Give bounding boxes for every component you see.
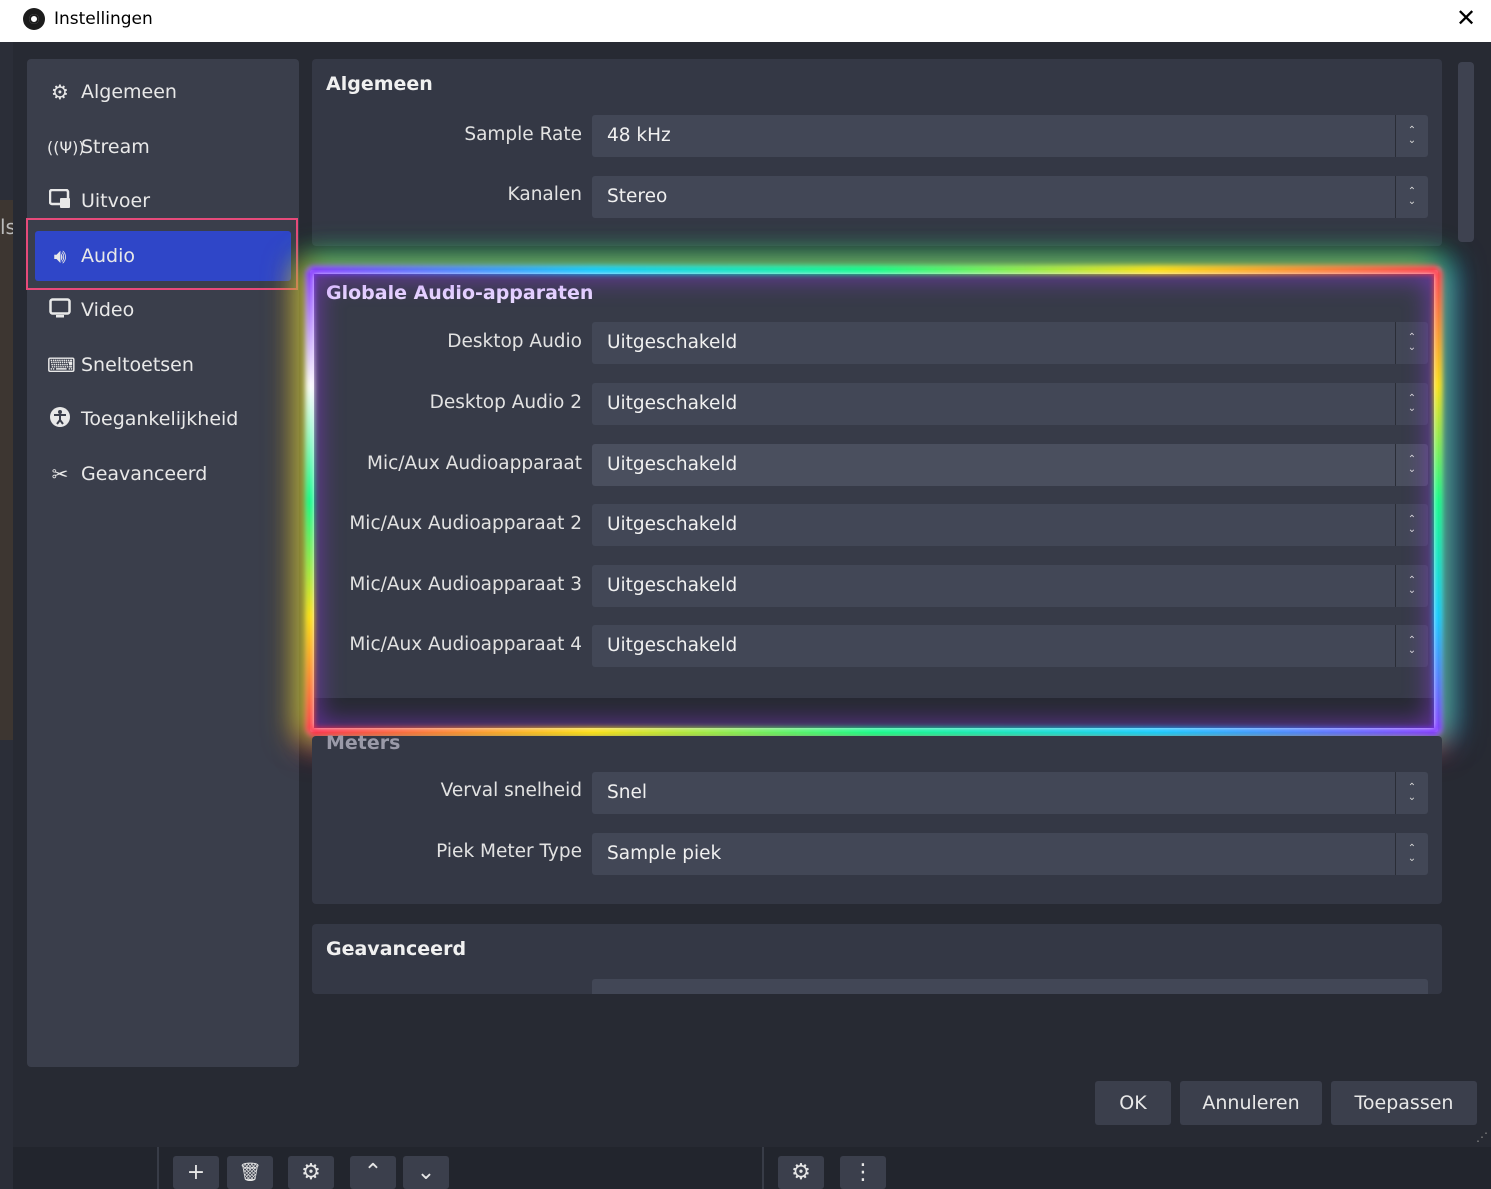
sidebar-item-audio[interactable]: 🔊︎ Audio [35, 231, 291, 281]
select-value: Uitgeschakeld [607, 332, 738, 353]
mic-aux-select[interactable]: Uitgeschakeld ⌃ ⌄ [592, 444, 1428, 486]
select-value: Uitgeschakeld [607, 514, 738, 535]
window-title: Instellingen [54, 9, 153, 29]
peak-meter-type-select[interactable]: Sample piek ⌃ ⌄ [592, 833, 1428, 875]
select-value: Uitgeschakeld [607, 393, 738, 414]
keyboard-icon: ⌨ [47, 353, 76, 377]
chevron-updown-icon: ⌃ ⌄ [1395, 833, 1428, 875]
channels-label: Kanalen [507, 184, 582, 205]
advanced-select-partial[interactable] [592, 979, 1428, 994]
select-value: Stereo [607, 186, 668, 207]
mic-aux-3-select[interactable]: Uitgeschakeld ⌃ ⌄ [592, 565, 1428, 607]
tools-icon: ✂ [51, 462, 69, 486]
move-down-button[interactable]: ⌄ [403, 1156, 449, 1189]
chevron-updown-icon: ⌃ ⌄ [1395, 383, 1428, 425]
sidebar-item-label: Audio [81, 245, 136, 267]
background-window-edge [0, 200, 13, 740]
group-title: Meters [326, 732, 401, 754]
sidebar-item-label: Uitvoer [81, 190, 151, 212]
toolbar-separator [762, 1147, 764, 1189]
sidebar-item-label: Algemeen [81, 81, 177, 103]
sample-rate-select[interactable]: 48 kHz ⌃ ⌄ [592, 115, 1428, 157]
select-value: 48 kHz [607, 125, 671, 146]
sidebar-item-sneltoetsen[interactable]: ⌨ Sneltoetsen [35, 340, 291, 390]
desktop-audio-2-label: Desktop Audio 2 [429, 392, 582, 413]
sidebar-item-toegankelijkheid[interactable]: Toegankelijkheid [35, 394, 291, 444]
cancel-button[interactable]: Annuleren [1180, 1081, 1322, 1125]
decay-rate-select[interactable]: Snel ⌃ ⌄ [592, 772, 1428, 814]
mic-aux-label: Mic/Aux Audioapparaat [367, 453, 582, 474]
scrollbar-thumb[interactable] [1458, 62, 1474, 242]
sidebar-item-label: Toegankelijkheid [81, 408, 239, 430]
select-value: Uitgeschakeld [607, 575, 738, 596]
sidebar-item-label: Geavanceerd [81, 463, 208, 485]
apply-button[interactable]: Toepassen [1331, 1081, 1477, 1125]
speaker-icon: 🔊︎ [53, 244, 67, 268]
toolbar-separator [157, 1147, 159, 1189]
sidebar-item-label: Sneltoetsen [81, 354, 194, 376]
desktop-audio-label: Desktop Audio [447, 331, 582, 352]
sidebar-item-stream[interactable]: ((Ψ)) Stream [35, 122, 291, 172]
title-bar: Instellingen ✕ [0, 0, 1491, 42]
group-advanced: Geavanceerd [312, 924, 1442, 994]
close-icon[interactable]: ✕ [1456, 4, 1476, 32]
chevron-updown-icon: ⌃ ⌄ [1395, 176, 1428, 218]
select-value: Uitgeschakeld [607, 454, 738, 475]
ok-button[interactable]: OK [1095, 1081, 1171, 1125]
group-title: Algemeen [326, 73, 433, 95]
output-icon [47, 188, 73, 214]
advanced-audio-button[interactable]: ⚙ [778, 1156, 824, 1189]
mic-aux-4-select[interactable]: Uitgeschakeld ⌃ ⌄ [592, 625, 1428, 667]
antenna-icon: ((Ψ)) [47, 137, 85, 157]
chevron-updown-icon: ⌃ ⌄ [1395, 322, 1428, 364]
chevron-updown-icon: ⌃ ⌄ [1395, 504, 1428, 546]
sidebar-item-geavanceerd[interactable]: ✂ Geavanceerd [35, 449, 291, 499]
remove-button[interactable]: 🗑 [227, 1156, 273, 1189]
desktop-audio-2-select[interactable]: Uitgeschakeld ⌃ ⌄ [592, 383, 1428, 425]
properties-button[interactable]: ⚙ [288, 1156, 334, 1189]
sidebar-item-label: Video [81, 299, 135, 321]
sidebar-item-label: Stream [81, 136, 150, 158]
mic-aux-4-label: Mic/Aux Audioapparaat 4 [349, 634, 582, 655]
select-value: Sample piek [607, 843, 722, 864]
chevron-updown-icon: ⌃ ⌄ [1395, 772, 1428, 814]
resize-grip-icon[interactable]: ⋰ [1476, 1130, 1488, 1144]
group-title: Globale Audio-apparaten [326, 282, 594, 304]
chevron-updown-icon: ⌃ ⌄ [1395, 444, 1428, 486]
chevron-updown-icon: ⌃ ⌄ [1395, 625, 1428, 667]
obs-logo-icon [23, 8, 45, 30]
mic-aux-3-label: Mic/Aux Audioapparaat 3 [349, 574, 582, 595]
move-up-button[interactable]: ⌃ [350, 1156, 396, 1189]
accessibility-icon [47, 406, 73, 433]
select-value: Uitgeschakeld [607, 635, 738, 656]
mic-aux-2-select[interactable]: Uitgeschakeld ⌃ ⌄ [592, 504, 1428, 546]
select-value: Snel [607, 782, 647, 803]
desktop-audio-select[interactable]: Uitgeschakeld ⌃ ⌄ [592, 322, 1428, 364]
peak-meter-type-label: Piek Meter Type [436, 841, 582, 862]
chevron-updown-icon: ⌃ ⌄ [1395, 115, 1428, 157]
decay-rate-label: Verval snelheid [440, 780, 582, 801]
monitor-icon [47, 297, 73, 323]
add-button[interactable]: + [173, 1156, 219, 1189]
group-meters: Meters [312, 732, 1442, 904]
more-options-button[interactable]: ⋮ [840, 1156, 886, 1189]
channels-select[interactable]: Stereo ⌃ ⌄ [592, 176, 1428, 218]
sidebar-item-uitvoer[interactable]: Uitvoer [35, 176, 291, 226]
mic-aux-2-label: Mic/Aux Audioapparaat 2 [349, 513, 582, 534]
sidebar-item-algemeen[interactable]: ⚙ Algemeen [35, 67, 291, 117]
gear-icon: ⚙ [51, 80, 69, 104]
chevron-updown-icon: ⌃ ⌄ [1395, 565, 1428, 607]
group-title: Geavanceerd [326, 938, 467, 960]
settings-sidebar: ⚙ Algemeen ((Ψ)) Stream Uitvoer 🔊︎ Audio… [27, 59, 299, 1067]
sample-rate-label: Sample Rate [464, 124, 582, 145]
sidebar-item-video[interactable]: Video [35, 285, 291, 335]
